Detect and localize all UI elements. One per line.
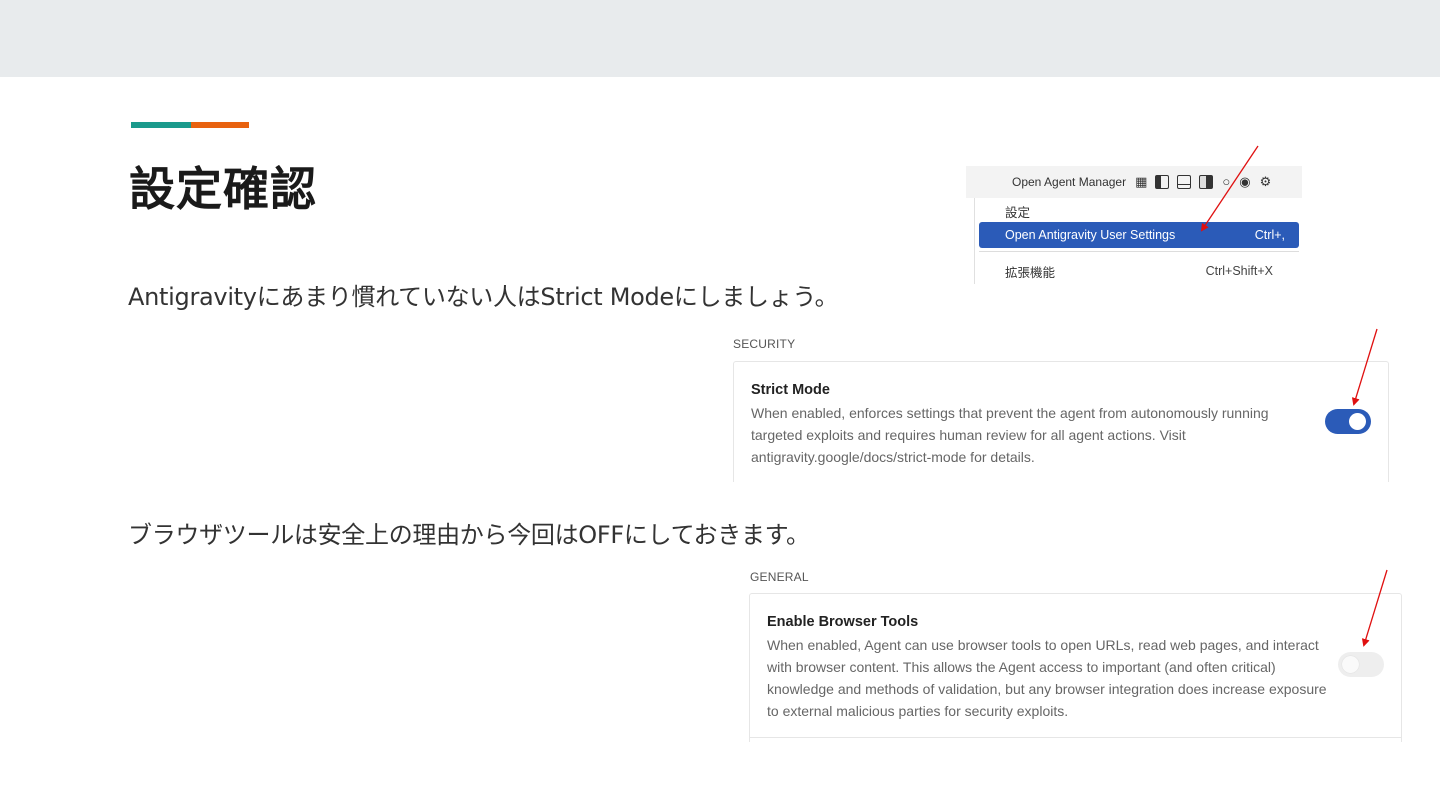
gear-icon[interactable]: ⚙ (1260, 175, 1272, 189)
menu-item-label: 拡張機能 (1005, 265, 1056, 280)
slide-text-browser-tools: ブラウザツールは安全上の理由から今回はOFFにしておきます。 (128, 521, 810, 549)
search-icon[interactable]: ○ (1222, 175, 1230, 189)
setting-description: When enabled, enforces settings that pre… (751, 405, 1269, 465)
editor-toolbar: Open Agent Manager ▦ ○ ◉ ⚙ (966, 166, 1302, 198)
settings-dropdown-menu: 設定 Open Antigravity User Settings Ctrl+,… (974, 198, 1302, 284)
accent-bar-orange (191, 122, 249, 128)
settings-menu-screenshot: Open Agent Manager ▦ ○ ◉ ⚙ 設定 Open Antig… (966, 166, 1302, 284)
toggle-knob (1342, 656, 1359, 673)
setting-card-strict-mode: Strict Mode When enabled, enforces setti… (733, 361, 1389, 482)
open-agent-manager-button[interactable]: Open Agent Manager (1012, 175, 1126, 189)
section-label-security: SECURITY (733, 337, 796, 351)
strict-mode-toggle[interactable] (1325, 409, 1371, 434)
card-divider (749, 737, 1402, 738)
menu-item-extensions[interactable]: 拡張機能 Ctrl+Shift+X (979, 258, 1299, 284)
menu-item-shortcut: Ctrl+Shift+X (1205, 264, 1273, 278)
setting-title: Strict Mode (751, 382, 830, 398)
menu-divider (979, 251, 1299, 252)
chrome-icon[interactable]: ◉ (1239, 175, 1250, 189)
toggle-knob (1349, 413, 1366, 430)
header-band (0, 0, 1440, 77)
menu-header-settings: 設定 (979, 198, 1299, 224)
menu-item-label: Open Antigravity User Settings (1005, 228, 1176, 242)
slide-title: 設定確認 (129, 162, 317, 216)
section-label-general: GENERAL (750, 570, 809, 584)
slide-text-strict-mode: Antigravityにあまり慣れていない人はStrict Modeにしましょう… (128, 283, 839, 311)
menu-item-open-user-settings[interactable]: Open Antigravity User Settings Ctrl+, (979, 222, 1299, 248)
setting-description: When enabled, Agent can use browser tool… (767, 637, 1327, 719)
setting-card-browser-tools: Enable Browser Tools When enabled, Agent… (749, 593, 1402, 742)
panel-right-icon[interactable] (1199, 175, 1214, 189)
menu-header-label: 設定 (1005, 205, 1031, 220)
browser-tools-toggle[interactable] (1338, 652, 1384, 677)
layout-grid-icon[interactable]: ▦ (1135, 175, 1147, 189)
panel-bottom-icon[interactable] (1177, 175, 1192, 189)
accent-bar-teal (131, 122, 191, 128)
menu-item-shortcut: Ctrl+, (1254, 228, 1285, 242)
panel-left-icon[interactable] (1155, 175, 1170, 189)
setting-title: Enable Browser Tools (767, 614, 919, 630)
